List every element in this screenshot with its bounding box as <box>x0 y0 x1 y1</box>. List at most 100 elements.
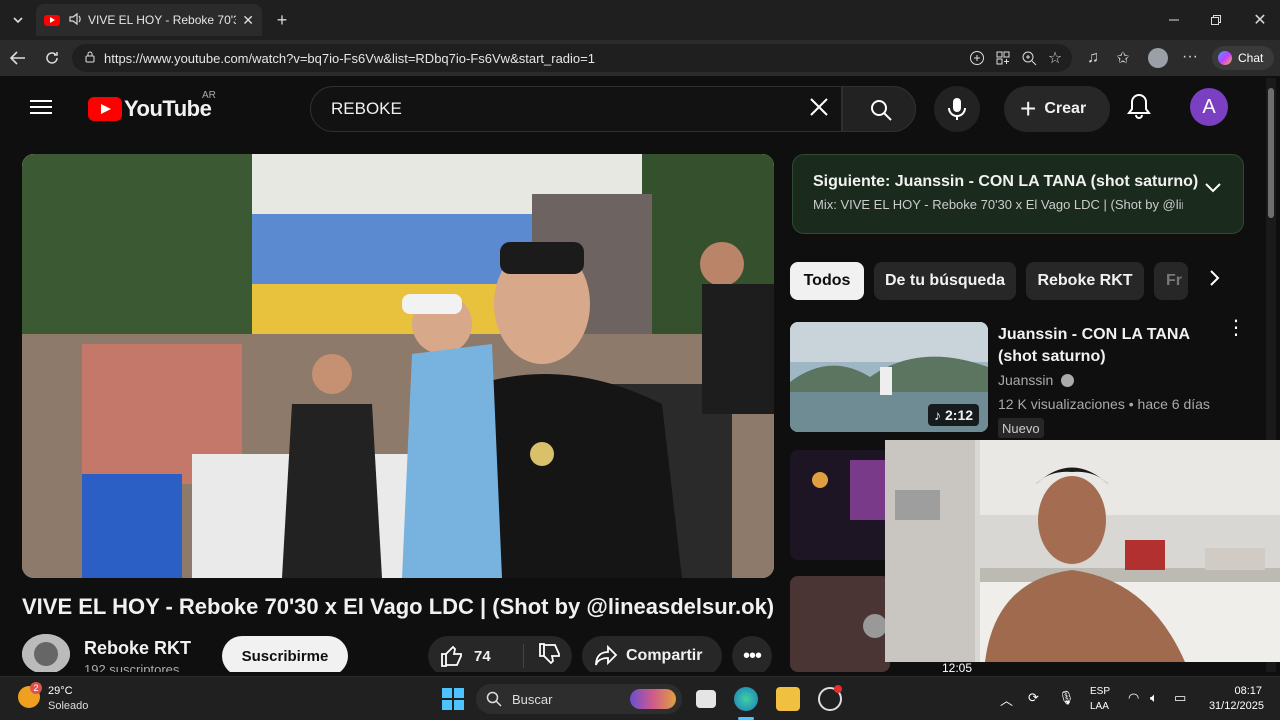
address-bar[interactable]: https://www.youtube.com/watch?v=bq7io-Fs… <box>72 44 1072 72</box>
clear-search-icon[interactable] <box>804 94 834 124</box>
recommendation-thumbnail-3[interactable] <box>790 576 890 672</box>
speaker-icon[interactable] <box>68 12 82 29</box>
weather-badge: 2 <box>30 682 42 694</box>
weather-temperature[interactable]: 29°C <box>48 685 73 697</box>
like-button[interactable]: 74 <box>428 644 524 668</box>
video-player[interactable] <box>22 154 774 578</box>
reload-icon[interactable] <box>42 48 62 68</box>
file-explorer-icon[interactable] <box>776 687 800 711</box>
clock-date[interactable]: 31/12/2025 <box>1204 700 1264 712</box>
video-title: VIVE EL HOY - Reboke 70'30 x El Vago LDC… <box>22 594 775 619</box>
minimize-icon[interactable] <box>1164 10 1184 30</box>
restore-icon[interactable] <box>1206 10 1226 30</box>
close-window-icon[interactable]: ✕ <box>1250 10 1270 30</box>
new-badge: Nuevo <box>998 418 1044 438</box>
chevron-down-icon[interactable] <box>1203 181 1223 195</box>
share-button[interactable]: Compartir <box>582 636 722 672</box>
back-icon[interactable] <box>8 48 28 68</box>
recommendation-channel[interactable]: Juanssin <box>998 372 1075 388</box>
chevron-right-icon[interactable] <box>1200 266 1230 296</box>
keyboard-language[interactable]: ESP <box>1090 686 1110 697</box>
thumbs-up-icon <box>441 645 462 667</box>
favorite-star-icon[interactable]: ☆ <box>1046 49 1064 67</box>
more-actions-button[interactable]: ••• <box>732 636 772 672</box>
zoom-icon[interactable] <box>1020 49 1038 67</box>
recommendation-title[interactable]: Juanssin - CON LA TANA (shot saturno) <box>998 324 1218 368</box>
music-note-icon: ♪ <box>934 407 941 423</box>
webcam-overlay <box>885 440 1280 662</box>
profile-avatar-icon[interactable] <box>1148 48 1168 68</box>
duration-text: 2:12 <box>945 407 974 423</box>
close-tab-icon[interactable]: ✕ <box>242 12 254 29</box>
microphone-tray-icon[interactable]: 🎙︎ <box>1058 690 1075 706</box>
windows-taskbar: 2 29°C Soleado Buscar ︿ ⟳ 🎙︎ ESP LAA ◠ 🔈… <box>0 676 1280 720</box>
recommendation-channel-name: Juanssin <box>998 372 1054 388</box>
favorites-list-icon[interactable]: ✩ <box>1114 49 1132 67</box>
subscribe-button[interactable]: Suscribirme <box>222 636 348 672</box>
edge-browser-icon[interactable] <box>734 687 758 711</box>
webcam-image <box>885 440 1280 662</box>
search-value[interactable]: REBOKE <box>331 99 402 119</box>
tab-title: VIVE EL HOY - Reboke 70'30 x El Vago LDC… <box>88 13 236 27</box>
scrollbar-thumb[interactable] <box>1268 88 1274 218</box>
channel-subscriber-count: 192 suscriptores <box>84 662 180 672</box>
browser-toolbar: https://www.youtube.com/watch?v=bq7io-Fs… <box>0 40 1280 76</box>
up-next-playlist: Mix: VIVE EL HOY - Reboke 70'30 x El Vag… <box>813 197 1183 212</box>
youtube-wordmark: YouTube <box>124 96 212 121</box>
search-button[interactable] <box>842 86 916 132</box>
chip-reboke-rkt[interactable]: Reboke RKT <box>1026 262 1144 300</box>
hamburger-menu-icon[interactable] <box>30 96 60 122</box>
app-available-icon[interactable] <box>994 49 1012 67</box>
chat-label: Chat <box>1238 51 1264 65</box>
account-avatar[interactable]: A <box>1190 88 1228 126</box>
windows-start-icon[interactable] <box>442 688 464 710</box>
chip-de-tu-busqueda[interactable]: De tu búsqueda <box>874 262 1016 300</box>
chip-partial[interactable]: Fr <box>1154 262 1188 300</box>
plus-icon: + <box>1020 93 1037 124</box>
clock-time[interactable]: 08:17 <box>1232 685 1262 697</box>
chip-todos[interactable]: Todos <box>790 262 864 300</box>
browser-tab-bar: VIVE EL HOY - Reboke 70'30 x El Vago LDC… <box>0 0 1280 40</box>
volume-icon[interactable]: 🔈︎ <box>1150 690 1158 706</box>
dislike-button[interactable] <box>524 642 562 670</box>
weather-description[interactable]: Soleado <box>48 700 88 712</box>
search-input[interactable]: REBOKE <box>310 86 842 132</box>
create-button[interactable]: + Crear <box>1004 86 1110 132</box>
sync-icon[interactable]: ⟳ <box>1028 690 1039 706</box>
taskbar-search[interactable]: Buscar <box>476 684 682 714</box>
taskbar-search-placeholder: Buscar <box>512 691 553 707</box>
country-code: AR <box>202 90 216 101</box>
video-frame <box>22 154 774 578</box>
youtube-play-icon <box>88 97 122 121</box>
recommendation-thumbnail-2[interactable] <box>790 450 890 560</box>
youtube-favicon-icon <box>44 14 60 26</box>
copilot-chat-button[interactable]: Chat <box>1212 46 1274 70</box>
youtube-logo[interactable]: YouTube <box>88 96 212 122</box>
notifications-bell-icon[interactable] <box>1126 92 1158 124</box>
new-tab-icon[interactable]: + <box>272 10 292 30</box>
tray-overflow-chevron-icon[interactable]: ︿ <box>1000 690 1013 709</box>
kebab-menu-icon[interactable]: ⋮ <box>1226 318 1246 350</box>
share-icon <box>595 645 618 666</box>
keyboard-layout[interactable]: LAA <box>1090 701 1109 712</box>
translate-icon[interactable] <box>968 49 986 67</box>
microphone-icon <box>948 98 966 120</box>
url-text[interactable]: https://www.youtube.com/watch?v=bq7io-Fs… <box>104 51 595 66</box>
more-options-icon[interactable]: ··· <box>1180 47 1200 67</box>
like-dislike-group: 74 <box>428 636 572 672</box>
battery-icon[interactable]: ▭ <box>1174 690 1186 706</box>
voice-search-button[interactable] <box>934 86 980 132</box>
up-next-panel[interactable]: Siguiente: Juanssin - CON LA TANA (shot … <box>792 154 1244 234</box>
wifi-icon[interactable]: ◠ <box>1128 690 1139 706</box>
copilot-icon <box>1218 51 1232 65</box>
webcam-timestamp: 12:05 <box>942 661 973 675</box>
task-view-icon[interactable] <box>696 690 716 708</box>
site-info-icon[interactable] <box>84 51 96 66</box>
music-extension-icon[interactable]: ♫ <box>1084 49 1102 67</box>
tab-actions-chevron-icon[interactable] <box>8 10 28 30</box>
browser-tab-active[interactable]: VIVE EL HOY - Reboke 70'30 x El Vago LDC… <box>36 4 262 36</box>
like-count: 74 <box>474 647 491 665</box>
channel-avatar[interactable] <box>22 634 70 672</box>
search-icon <box>486 691 502 707</box>
channel-name[interactable]: Reboke RKT <box>84 638 191 659</box>
